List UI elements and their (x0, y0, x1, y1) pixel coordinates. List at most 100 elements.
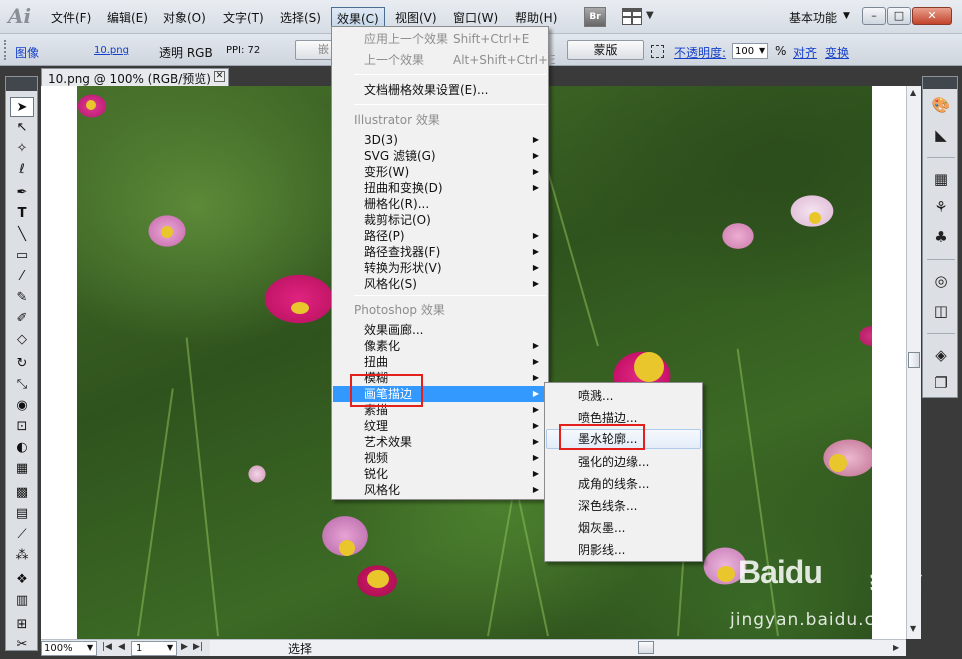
line-tool-icon[interactable]: ╲ (10, 225, 34, 245)
filename-link[interactable]: 10.png (94, 45, 129, 56)
image-link[interactable]: 图像 (15, 44, 39, 61)
horizontal-scrollbar[interactable]: ▶ (210, 639, 906, 656)
eyedropper-tool-icon[interactable]: ⟋ (10, 525, 34, 545)
bridge-button[interactable]: Br (584, 7, 606, 27)
mask-button[interactable]: 蒙版 (567, 40, 644, 60)
perspective-grid-tool-icon[interactable]: ▦ (10, 459, 34, 479)
menu-item-stylize-ps[interactable]: 风格化 ▶ (333, 482, 547, 498)
eraser-tool-icon[interactable]: ◇ (10, 330, 34, 350)
warp-tool-icon[interactable]: ◉ (10, 396, 34, 416)
submenu-item-accented-edges[interactable]: 强化的边缘... (546, 452, 701, 472)
column-graph-tool-icon[interactable]: ▥ (10, 591, 34, 611)
type-tool-icon[interactable]: T (10, 204, 34, 224)
scroll-up-icon[interactable]: ▲ (910, 88, 916, 97)
magic-wand-tool-icon[interactable]: ✧ (10, 139, 34, 159)
pen-tool-icon[interactable]: ✒ (10, 183, 34, 203)
menu-item-crop-marks[interactable]: 裁剪标记(O) (333, 212, 547, 228)
opacity-label[interactable]: 不透明度: (674, 44, 726, 61)
menu-item-svg-filters[interactable]: SVG 滤镜(G) ▶ (333, 148, 547, 164)
rectangle-tool-icon[interactable]: ▭ (10, 246, 34, 266)
submenu-item-sumi-e[interactable]: 烟灰墨... (546, 518, 701, 538)
previous-page-icon[interactable]: ◀ (118, 642, 125, 652)
menu-item-convert-to-shape[interactable]: 转换为形状(V) ▶ (333, 260, 547, 276)
transparency-icon[interactable]: ◫ (931, 301, 951, 321)
scroll-thumb[interactable] (638, 641, 654, 654)
menu-item-rasterize[interactable]: 栅格化(R)... (333, 196, 547, 212)
submenu-item-dark-strokes[interactable]: 深色线条... (546, 496, 701, 516)
document-tab[interactable]: 10.png @ 100% (RGB/预览) ✕ (41, 68, 229, 86)
symbol-sprayer-tool-icon[interactable]: ❖ (10, 570, 34, 590)
chevron-down-icon[interactable]: ▼ (646, 10, 654, 21)
menu-item-artistic[interactable]: 艺术效果 ▶ (333, 434, 547, 450)
panel-header[interactable] (923, 77, 957, 89)
selection-tool-icon[interactable]: ➤ (10, 97, 34, 117)
menu-select[interactable]: 选择(S) (280, 9, 321, 26)
blob-brush-tool-icon[interactable]: ✐ (10, 309, 34, 329)
minimize-button[interactable]: – (862, 7, 886, 25)
menu-item-apply-last-effect[interactable]: 应用上一个效果 Shift+Ctrl+E (333, 31, 547, 47)
menu-item-path[interactable]: 路径(P) ▶ (333, 228, 547, 244)
artboard-tool-icon[interactable]: ⊞ (10, 615, 34, 635)
menu-type[interactable]: 文字(T) (223, 9, 264, 26)
free-transform-tool-icon[interactable]: ⊡ (10, 417, 34, 437)
rotate-tool-icon[interactable]: ↻ (10, 354, 34, 374)
menu-item-document-raster-settings[interactable]: 文档栅格效果设置(E)... (333, 82, 547, 98)
submenu-item-crosshatch[interactable]: 阴影线... (546, 540, 701, 560)
close-button[interactable]: ✕ (912, 7, 952, 25)
workspace-switcher[interactable]: 基本功能 (789, 9, 837, 26)
scroll-right-icon[interactable]: ▶ (893, 643, 899, 652)
grip-icon[interactable] (4, 40, 8, 60)
brushes-icon[interactable]: ⚘ (931, 197, 951, 217)
lasso-tool-icon[interactable]: ℓ (10, 160, 34, 180)
paintbrush-tool-icon[interactable]: ⁄ (10, 267, 34, 287)
chevron-down-icon[interactable]: ▼ (759, 46, 765, 55)
symbols-icon[interactable]: ♣ (931, 227, 951, 247)
menu-item-distort-transform[interactable]: 扭曲和变换(D) ▶ (333, 180, 547, 196)
menu-item-texture[interactable]: 纹理 ▶ (333, 418, 547, 434)
arrange-documents-icon[interactable] (622, 8, 642, 25)
panel-header[interactable] (6, 77, 37, 91)
chevron-down-icon[interactable]: ▼ (87, 643, 93, 652)
menu-edit[interactable]: 编辑(E) (107, 9, 148, 26)
shape-builder-tool-icon[interactable]: ◐ (10, 438, 34, 458)
menu-help[interactable]: 帮助(H) (515, 9, 557, 26)
menu-item-stylize-ai[interactable]: 风格化(S) ▶ (333, 276, 547, 292)
embed-button[interactable]: 嵌入 (295, 40, 335, 60)
close-icon[interactable]: ✕ (214, 71, 225, 82)
color-panel-icon[interactable]: 🎨 (931, 95, 951, 115)
stroke-icon[interactable]: ◎ (931, 271, 951, 291)
chevron-down-icon[interactable]: ▼ (843, 11, 850, 21)
mesh-tool-icon[interactable]: ▩ (10, 483, 34, 503)
align-link[interactable]: 对齐 (793, 44, 817, 61)
slice-tool-icon[interactable]: ✂ (10, 635, 34, 655)
chevron-down-icon[interactable]: ▼ (167, 643, 173, 652)
transform-link[interactable]: 变换 (825, 44, 849, 61)
vertical-scrollbar[interactable]: ▲ ▼ (906, 86, 921, 639)
direct-selection-tool-icon[interactable]: ↖ (10, 118, 34, 138)
crop-icon[interactable] (651, 45, 664, 58)
menu-item-last-effect[interactable]: 上一个效果 Alt+Shift+Ctrl+E (333, 52, 556, 68)
menu-window[interactable]: 窗口(W) (453, 9, 498, 26)
menu-item-pathfinder[interactable]: 路径查找器(F) ▶ (333, 244, 547, 260)
submenu-item-angled-strokes[interactable]: 成角的线条... (546, 474, 701, 494)
last-page-icon[interactable]: ▶| (193, 642, 203, 652)
menu-file[interactable]: 文件(F) (51, 9, 91, 26)
maximize-button[interactable]: □ (887, 7, 911, 25)
menu-item-3d[interactable]: 3D(3) ▶ (333, 132, 547, 148)
gradient-tool-icon[interactable]: ▤ (10, 504, 34, 524)
color-guide-icon[interactable]: ◣ (931, 125, 951, 145)
swatches-icon[interactable]: ▦ (931, 169, 951, 189)
layers-icon[interactable]: ◈ (931, 345, 951, 365)
menu-item-pixelate[interactable]: 像素化 ▶ (333, 338, 547, 354)
scroll-thumb[interactable] (908, 352, 920, 368)
menu-item-distort[interactable]: 扭曲 ▶ (333, 354, 547, 370)
scroll-down-icon[interactable]: ▼ (910, 624, 916, 633)
menu-object[interactable]: 对象(O) (163, 9, 206, 26)
first-page-icon[interactable]: |◀ (102, 642, 112, 652)
scale-tool-icon[interactable]: ⤡ (10, 375, 34, 395)
artboards-icon[interactable]: ❐ (931, 373, 951, 393)
pencil-tool-icon[interactable]: ✎ (10, 288, 34, 308)
menu-item-video[interactable]: 视频 ▶ (333, 450, 547, 466)
status-label[interactable]: 选择 (288, 640, 312, 657)
submenu-item-spatter[interactable]: 喷溅... (546, 386, 701, 406)
